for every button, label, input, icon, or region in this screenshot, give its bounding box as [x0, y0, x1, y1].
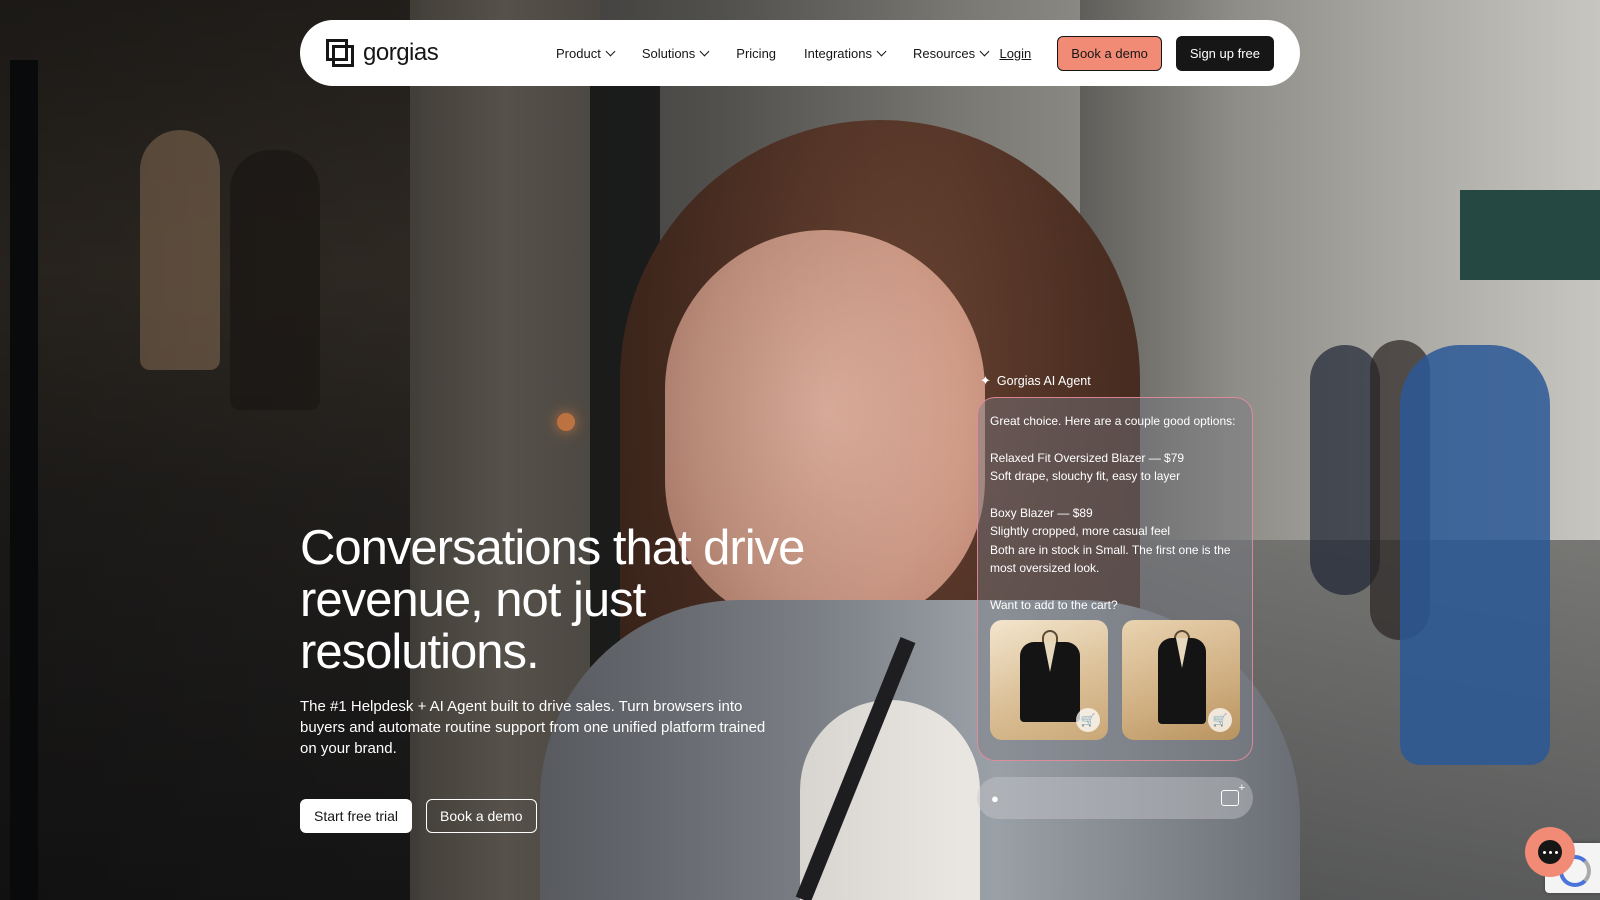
- book-demo-button[interactable]: Book a demo: [1057, 35, 1162, 71]
- add-to-cart-icon[interactable]: 🛒: [1208, 708, 1232, 732]
- menu-item-solutions[interactable]: Solutions: [641, 45, 710, 61]
- login-link[interactable]: Login: [999, 46, 1031, 61]
- menu-item-label: Integrations: [804, 45, 872, 61]
- stock-note: Both are in stock in Small. The first on…: [990, 542, 1231, 576]
- menu-item-product[interactable]: Product: [556, 45, 616, 61]
- chevron-down-icon: [605, 46, 616, 56]
- ai-agent-name: Gorgias AI Agent: [996, 374, 1091, 388]
- chevron-down-icon: [979, 46, 990, 56]
- microphone-icon[interactable]: ●: [991, 791, 999, 806]
- agent-intro: Great choice. Here are a couple good opt…: [990, 414, 1236, 428]
- add-to-cart-icon[interactable]: 🛒: [1076, 708, 1100, 732]
- gorgias-logo[interactable]: gorgias: [326, 39, 526, 67]
- option2-title: Boxy Blazer — $89: [990, 505, 1093, 520]
- menu-item-label: Resources: [912, 45, 976, 61]
- agent-question: Want to add to the cart?: [990, 597, 1118, 612]
- menu-item-label: Solutions: [641, 45, 696, 61]
- sign-up-button[interactable]: Sign up free: [1175, 35, 1274, 71]
- top-navbar: gorgias Product Solutions Pricing Integr…: [300, 20, 1300, 86]
- chat-input-bar[interactable]: ●: [977, 777, 1253, 819]
- menu-item-label: Pricing: [736, 45, 777, 61]
- chat-bubble-icon: [1538, 840, 1562, 864]
- hero-subtitle: The #1 Helpdesk + AI Agent built to driv…: [300, 698, 766, 757]
- chat-launcher-button[interactable]: [1525, 827, 1575, 877]
- product-card-relaxed-blazer[interactable]: 🛒: [990, 620, 1108, 740]
- add-image-icon[interactable]: [1221, 782, 1245, 806]
- menu-item-label: Product: [556, 45, 601, 61]
- chevron-down-icon: [876, 46, 887, 56]
- hero-title: Conversations that drive revenue, not ju…: [300, 521, 805, 679]
- blazer-image: [1020, 642, 1080, 722]
- blazer-image: [1158, 638, 1206, 724]
- main-menu: Product Solutions Pricing Integrations R…: [556, 45, 990, 61]
- hero-cta-row: Start free trial Book a demo: [300, 799, 537, 833]
- product-suggestions: 🛒 🛒: [990, 620, 1240, 740]
- product-card-boxy-blazer[interactable]: 🛒: [1122, 620, 1240, 740]
- logo-text: gorgias: [363, 39, 439, 66]
- ai-agent-label: ✦ Gorgias AI Agent: [980, 373, 1091, 389]
- hero-background-photo: [0, 0, 1600, 900]
- hero-book-demo-button[interactable]: Book a demo: [426, 799, 537, 833]
- start-free-trial-button[interactable]: Start free trial: [300, 799, 413, 833]
- nav-actions: Login Book a demo Sign up free: [999, 35, 1274, 71]
- sparkle-icon: ✦: [980, 373, 991, 388]
- agent-message: Great choice. Here are a couple good opt…: [990, 412, 1240, 614]
- chevron-down-icon: [699, 46, 710, 56]
- menu-item-pricing[interactable]: Pricing: [736, 46, 776, 61]
- ai-agent-message-card: Great choice. Here are a couple good opt…: [977, 397, 1253, 761]
- option2-desc: Slightly cropped, more casual feel: [990, 524, 1171, 538]
- option1-desc: Soft drape, slouchy fit, easy to layer: [990, 469, 1181, 483]
- menu-item-resources[interactable]: Resources: [912, 45, 990, 61]
- menu-item-integrations[interactable]: Integrations: [804, 45, 887, 61]
- gorgias-logo-icon: [326, 39, 354, 67]
- option1-title: Relaxed Fit Oversized Blazer — $79: [990, 450, 1185, 465]
